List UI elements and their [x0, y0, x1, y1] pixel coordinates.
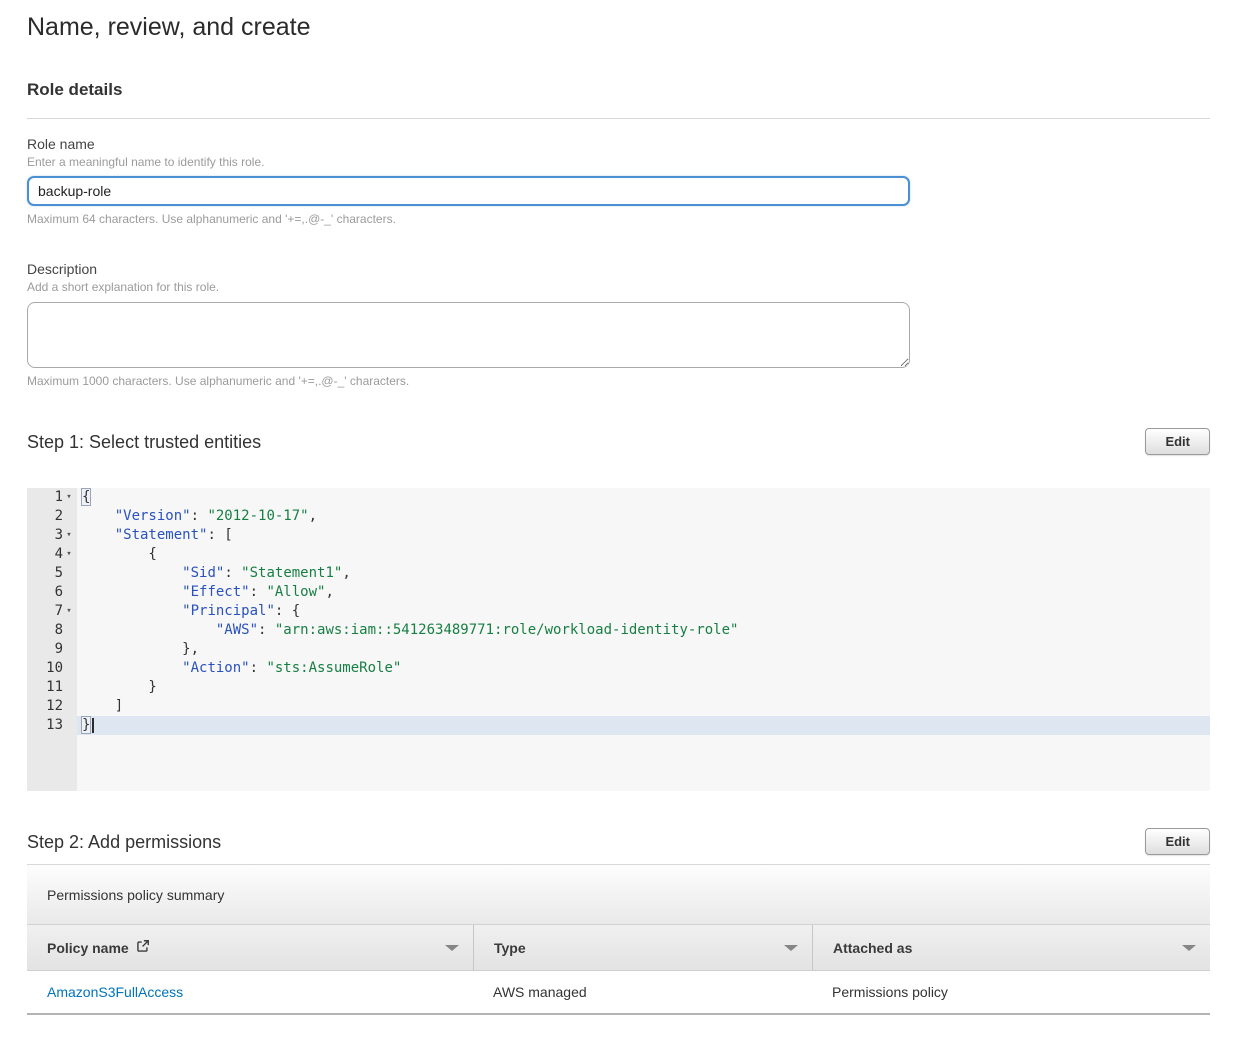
page-title: Name, review, and create [27, 12, 1210, 42]
role-name-label: Role name [27, 136, 1210, 153]
code-line[interactable]: "Version": "2012-10-17", [81, 507, 1210, 526]
fold-arrow-icon[interactable]: ▾ [63, 488, 75, 507]
step2-edit-button[interactable]: Edit [1145, 828, 1210, 855]
code-line[interactable]: ] [81, 697, 1210, 716]
line-number: 13 [27, 716, 77, 735]
code-line[interactable]: "Effect": "Allow", [81, 583, 1210, 602]
role-details-heading: Role details [27, 80, 1210, 100]
fold-arrow-icon[interactable]: ▾ [63, 545, 75, 564]
line-number: 11 [27, 678, 77, 697]
external-link-icon [136, 939, 150, 956]
column-header-policy-name: Policy name [27, 925, 473, 970]
filter-icon[interactable] [1182, 945, 1196, 951]
code-line[interactable]: "Principal": { [81, 602, 1210, 621]
cell-type: AWS managed [473, 984, 812, 1000]
description-field: Description Add a short explanation for … [27, 261, 1210, 389]
filter-icon[interactable] [784, 945, 798, 951]
description-help: Add a short explanation for this role. [27, 280, 1210, 295]
cell-attached-as: Permissions policy [812, 984, 1210, 1000]
permissions-panel: Permissions policy summary Policy name [27, 864, 1210, 1015]
description-label: Description [27, 261, 1210, 278]
code-line[interactable]: { [81, 488, 1210, 507]
column-label: Type [494, 940, 526, 956]
cell-policy-name: AmazonS3FullAccess [27, 984, 473, 1000]
column-label: Policy name [47, 940, 129, 956]
line-number: 5 [27, 564, 77, 583]
description-textarea[interactable] [27, 302, 910, 368]
page-container: Name, review, and create Role details Ro… [27, 12, 1210, 1015]
line-number: 8 [27, 621, 77, 640]
divider [27, 118, 1210, 119]
code-line[interactable]: } [81, 678, 1210, 697]
fold-arrow-icon[interactable]: ▾ [63, 526, 75, 545]
code-line[interactable]: "AWS": "arn:aws:iam::541263489771:role/w… [81, 621, 1210, 640]
line-number: 4▾ [27, 545, 77, 564]
line-number: 3▾ [27, 526, 77, 545]
line-number: 6 [27, 583, 77, 602]
column-header-type: Type [473, 925, 812, 970]
code-line[interactable]: "Statement": [ [81, 526, 1210, 545]
table-header-row: Policy name Type Attached as [27, 925, 1210, 971]
column-label: Attached as [833, 940, 912, 956]
editor-gutter: 1▾23▾4▾567▾8910111213 [27, 488, 77, 791]
line-number: 1▾ [27, 488, 77, 507]
code-line[interactable]: { [81, 545, 1210, 564]
code-line[interactable]: "Sid": "Statement1", [81, 564, 1210, 583]
column-header-attached-as: Attached as [812, 925, 1210, 970]
step1-edit-button[interactable]: Edit [1145, 428, 1210, 455]
table-row: AmazonS3FullAccess AWS managed Permissio… [27, 971, 1210, 1015]
policy-json-editor[interactable]: 1▾23▾4▾567▾8910111213 { "Version": "2012… [27, 488, 1210, 791]
editor-code: { "Version": "2012-10-17", "Statement": … [77, 488, 1210, 791]
panel-title: Permissions policy summary [27, 865, 1210, 925]
line-number: 7▾ [27, 602, 77, 621]
step2-header-row: Step 2: Add permissions Edit [27, 828, 1210, 855]
text-cursor [92, 718, 94, 733]
role-name-constraint: Maximum 64 characters. Use alphanumeric … [27, 212, 1210, 227]
code-line[interactable]: } [77, 716, 1210, 735]
filter-icon[interactable] [445, 945, 459, 951]
line-number: 10 [27, 659, 77, 678]
code-line[interactable]: }, [81, 640, 1210, 659]
fold-arrow-icon[interactable]: ▾ [63, 602, 75, 621]
step1-heading: Step 1: Select trusted entities [27, 431, 261, 453]
role-name-input[interactable] [27, 176, 910, 206]
line-number: 9 [27, 640, 77, 659]
description-constraint: Maximum 1000 characters. Use alphanumeri… [27, 374, 1210, 389]
step1-header-row: Step 1: Select trusted entities Edit [27, 428, 1210, 455]
role-name-field: Role name Enter a meaningful name to ide… [27, 136, 1210, 227]
role-name-help: Enter a meaningful name to identify this… [27, 155, 1210, 170]
line-number: 2 [27, 507, 77, 526]
code-line[interactable]: "Action": "sts:AssumeRole" [81, 659, 1210, 678]
line-number: 12 [27, 697, 77, 716]
step2-heading: Step 2: Add permissions [27, 831, 221, 853]
policy-name-link[interactable]: AmazonS3FullAccess [47, 984, 183, 1000]
